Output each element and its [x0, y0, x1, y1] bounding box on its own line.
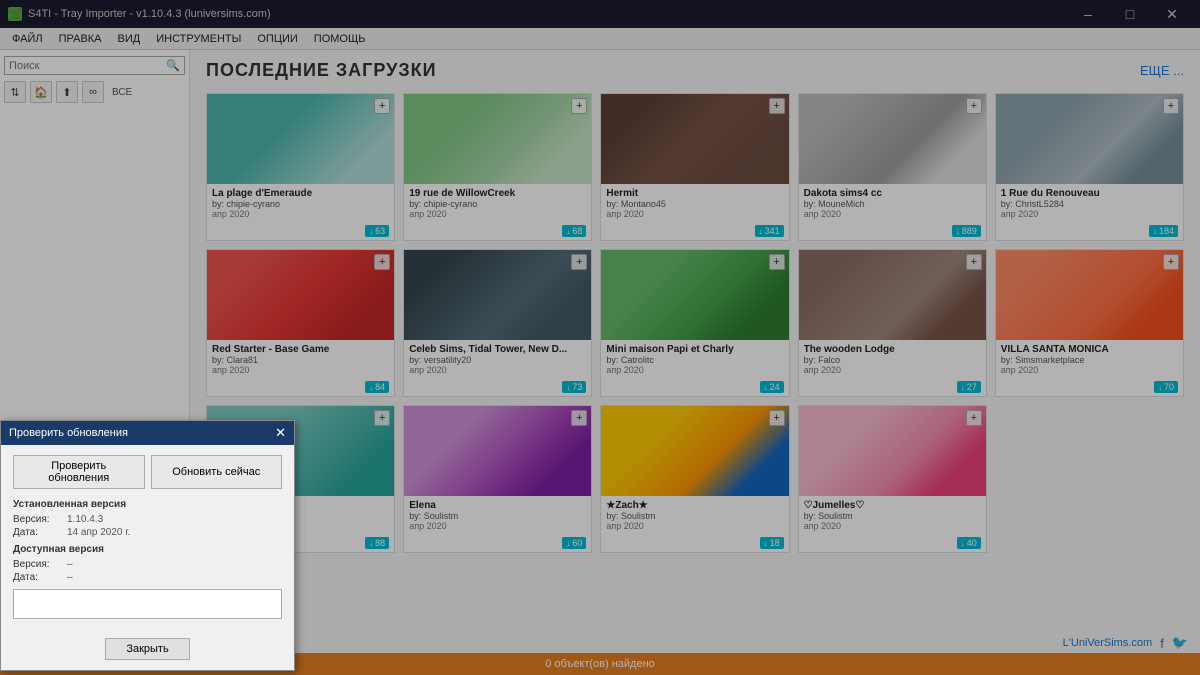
available-date-row: Дата: –	[13, 572, 282, 583]
update-modal: Проверить обновления ✕ Проверить обновле…	[0, 420, 295, 671]
modal-header-close[interactable]: ✕	[275, 425, 286, 441]
installed-version-label: Версия:	[13, 514, 63, 525]
check-updates-button[interactable]: Проверить обновления	[13, 455, 145, 489]
available-info-textarea[interactable]	[13, 589, 282, 619]
installed-version-value: 1.10.4.3	[67, 514, 103, 525]
available-version-label: Версия:	[13, 559, 63, 570]
available-version-section: Доступная версия Версия: – Дата: –	[13, 544, 282, 622]
installed-section-title: Установленная версия	[13, 499, 282, 510]
installed-date-row: Дата: 14 апр 2020 г.	[13, 527, 282, 538]
modal-close-button[interactable]: Закрыть	[105, 638, 189, 660]
available-date-label: Дата:	[13, 572, 63, 583]
available-version-row: Версия: –	[13, 559, 282, 570]
modal-header: Проверить обновления ✕	[1, 421, 294, 445]
update-now-button[interactable]: Обновить сейчас	[151, 455, 283, 489]
installed-version-row: Версия: 1.10.4.3	[13, 514, 282, 525]
modal-buttons: Проверить обновления Обновить сейчас	[13, 455, 282, 489]
available-version-value: –	[67, 559, 73, 570]
installed-version-section: Установленная версия Версия: 1.10.4.3 Да…	[13, 499, 282, 538]
available-date-value: –	[67, 572, 73, 583]
available-section-title: Доступная версия	[13, 544, 282, 555]
installed-date-label: Дата:	[13, 527, 63, 538]
modal-body: Проверить обновления Обновить сейчас Уст…	[1, 445, 294, 632]
modal-footer: Закрыть	[1, 632, 294, 670]
modal-title: Проверить обновления	[9, 427, 128, 439]
installed-date-value: 14 апр 2020 г.	[67, 527, 130, 538]
